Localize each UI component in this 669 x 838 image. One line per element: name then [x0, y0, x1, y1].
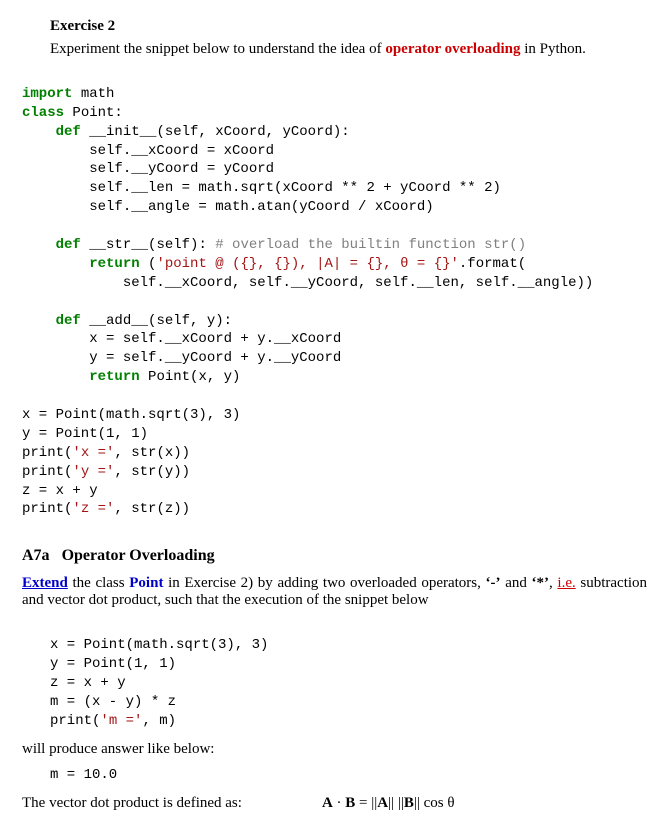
code-line: self.__xCoord = xCoord — [22, 143, 274, 159]
code-line: self.__xCoord, self.__yCoord, self.__len… — [22, 275, 593, 291]
code-text: __add__(self, y): — [81, 313, 232, 329]
ie-word: i.e. — [557, 575, 575, 591]
code-text: , str(z)) — [114, 501, 190, 517]
code-line: self.__angle = math.atan(yCoord / xCoord… — [22, 199, 434, 215]
string-literal: 'point @ ({}, {}), |A| = {}, θ = {}' — [156, 256, 458, 272]
exercise2-intro: Experiment the snippet below to understa… — [50, 41, 647, 58]
heading-title: Operator Overloading — [62, 547, 215, 564]
a7a-code-block: x = Point(math.sqrt(3), 3) y = Point(1, … — [22, 617, 647, 730]
kw-import: import — [22, 86, 72, 102]
code-indent — [22, 124, 56, 140]
code-comment: # overload the builtin function str() — [215, 237, 526, 253]
code-line: z = x + y — [50, 675, 126, 691]
code-text: math — [72, 86, 114, 102]
p1-b: in Exercise 2) by adding two overloaded … — [163, 575, 485, 591]
a7a-paragraph-2: will produce answer like below: — [22, 741, 647, 758]
code-text: print( — [22, 464, 72, 480]
code-text: print( — [50, 713, 100, 729]
a7a-paragraph-3: The vector dot product is defined as: A … — [22, 795, 647, 812]
a7a-output: m = 10.0 — [22, 766, 647, 785]
code-line: self.__yCoord = yCoord — [22, 161, 274, 177]
code-indent — [22, 313, 56, 329]
kw-def: def — [56, 237, 81, 253]
p1-c: and — [501, 575, 532, 591]
code-line: m = (x - y) * z — [50, 694, 176, 710]
string-literal: 'm =' — [100, 713, 142, 729]
kw-return: return — [89, 369, 139, 385]
code-text: ( — [140, 256, 157, 272]
kw-class: class — [22, 105, 64, 121]
star-op: ‘*’ — [532, 575, 550, 591]
a7a-paragraph-1: Extend the class Point in Exercise 2) by… — [22, 575, 647, 609]
code-line: x = Point(math.sqrt(3), 3) — [22, 407, 240, 423]
code-text: __init__(self, xCoord, yCoord): — [81, 124, 350, 140]
point-class: Point — [129, 575, 163, 591]
intro-emph: operator overloading — [385, 41, 520, 57]
heading-num: A7a — [22, 547, 50, 564]
code-text: print( — [22, 445, 72, 461]
code-indent — [22, 237, 56, 253]
exercise2-heading: Exercise 2 — [50, 18, 647, 35]
code-text: , str(x)) — [114, 445, 190, 461]
dot-product-formula: A · B = ||A|| ||B|| cos θ — [322, 795, 455, 812]
p3-text: The vector dot product is defined as: — [22, 795, 242, 812]
code-indent — [22, 369, 89, 385]
exercise2-code-block: import math class Point: def __init__(se… — [22, 66, 647, 519]
string-literal: 'y =' — [72, 464, 114, 480]
code-line: self.__len = math.sqrt(xCoord ** 2 + yCo… — [22, 180, 501, 196]
kw-return: return — [89, 256, 139, 272]
code-line: y = Point(1, 1) — [50, 656, 176, 672]
code-line: y = Point(1, 1) — [22, 426, 148, 442]
kw-def: def — [56, 124, 81, 140]
extend-word: Extend — [22, 575, 68, 591]
code-text: , str(y)) — [114, 464, 190, 480]
a7a-heading: A7a Operator Overloading — [22, 547, 647, 565]
code-text: Point: — [64, 105, 123, 121]
code-text: .format( — [459, 256, 526, 272]
code-text: Point(x, y) — [140, 369, 241, 385]
code-line: z = x + y — [22, 483, 98, 499]
intro-pre: Experiment the snippet below to understa… — [50, 41, 385, 57]
code-text: __str__(self): — [81, 237, 215, 253]
p1-a: the class — [68, 575, 129, 591]
minus-op: ‘-’ — [486, 575, 501, 591]
code-line: x = Point(math.sqrt(3), 3) — [50, 637, 268, 653]
code-line: x = self.__xCoord + y.__xCoord — [22, 331, 341, 347]
code-text: print( — [22, 501, 72, 517]
kw-def: def — [56, 313, 81, 329]
code-text: , m) — [142, 713, 176, 729]
string-literal: 'x =' — [72, 445, 114, 461]
intro-post: in Python. — [520, 41, 585, 57]
code-line: y = self.__yCoord + y.__yCoord — [22, 350, 341, 366]
code-indent — [22, 256, 89, 272]
string-literal: 'z =' — [72, 501, 114, 517]
